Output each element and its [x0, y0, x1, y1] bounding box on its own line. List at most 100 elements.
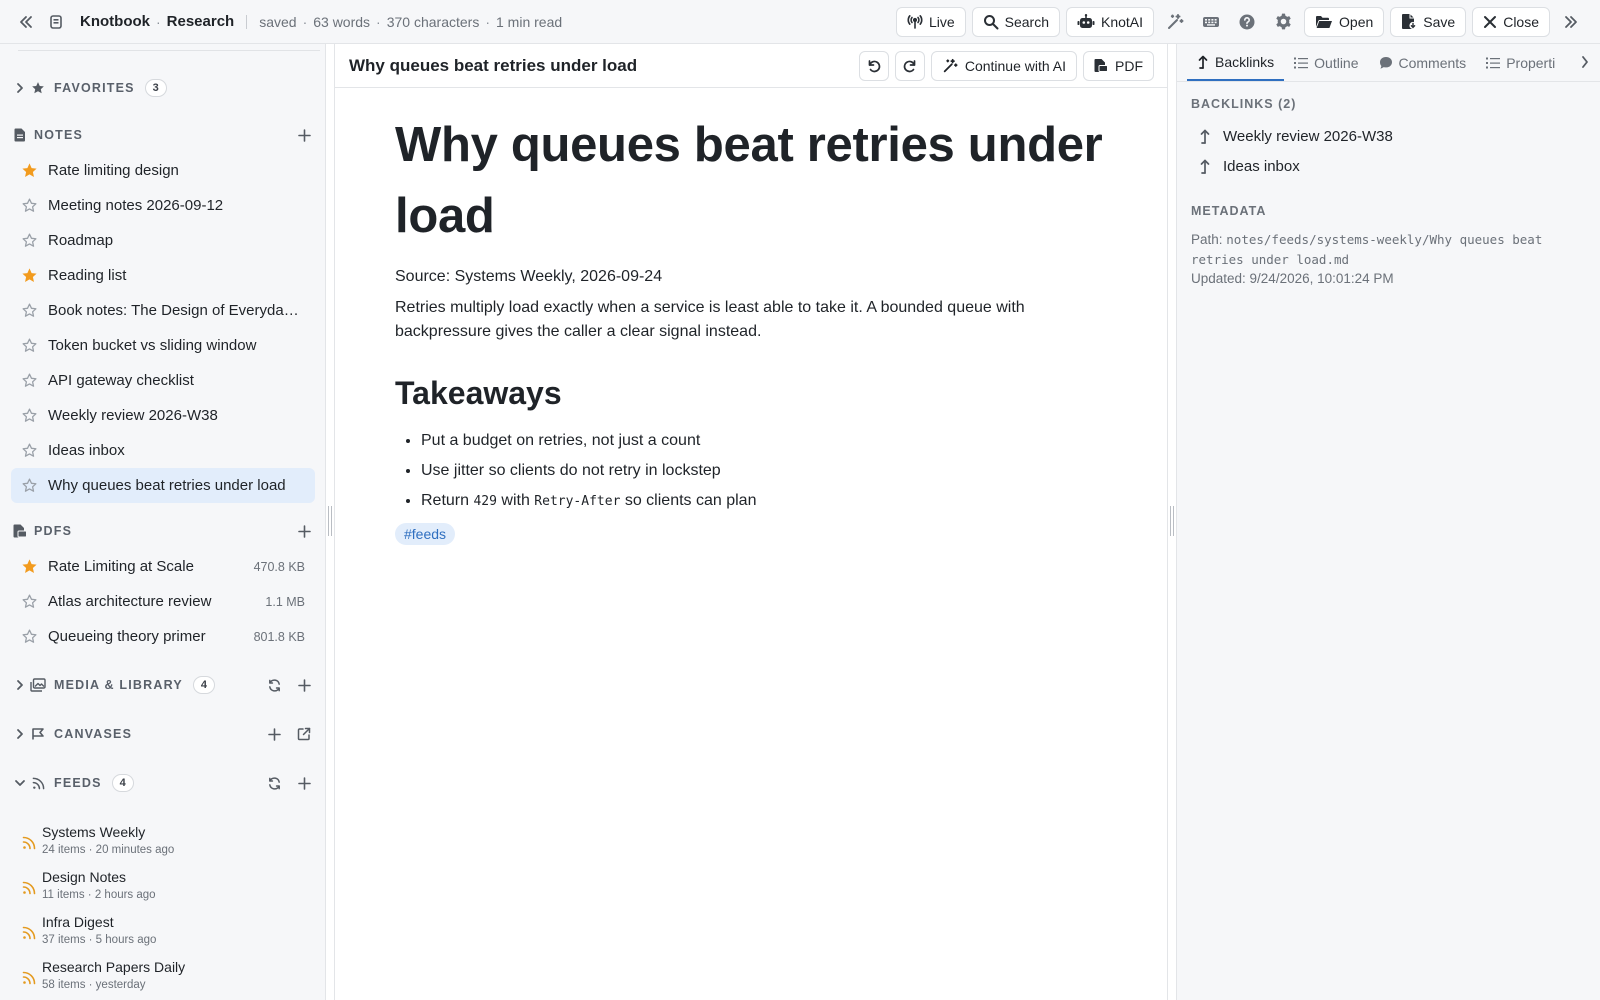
tag-pill[interactable]: #feeds: [395, 523, 456, 545]
vault-name[interactable]: Research: [167, 13, 235, 30]
note-item[interactable]: Ideas inbox: [11, 433, 315, 468]
section-media-library[interactable]: MEDIA & LIBRARY 4: [12, 673, 313, 697]
panel-resize-handle[interactable]: [1170, 506, 1174, 536]
vault-icon[interactable]: [48, 14, 64, 30]
star-outline-icon[interactable]: [21, 302, 38, 319]
section-title: CANVASES: [54, 727, 133, 741]
add-media-icon[interactable]: [295, 676, 313, 694]
collapse-sidebar-icon[interactable]: [18, 14, 34, 30]
section-pdfs: PDFS: [12, 519, 313, 543]
add-note-icon[interactable]: [295, 126, 313, 144]
note-item-label: Reading list: [48, 267, 127, 284]
star-outline-icon[interactable]: [21, 197, 38, 214]
redo-icon: [902, 58, 918, 74]
backlink-item[interactable]: Ideas inbox: [1199, 153, 1300, 179]
list-item-text: with: [496, 492, 535, 509]
sidebar-resize-handle[interactable]: [328, 506, 332, 536]
star-outline-icon[interactable]: [21, 232, 38, 249]
document-heading: Why queues beat retries under load: [395, 118, 1103, 243]
note-item[interactable]: Reading list: [11, 258, 315, 293]
live-button[interactable]: Live: [895, 6, 966, 37]
section-canvases[interactable]: CANVASES: [12, 722, 313, 746]
source-line: Source: Systems Weekly, 2026-09-24: [395, 268, 663, 285]
note-item-label: Token bucket vs sliding window: [48, 337, 257, 354]
star-outline-icon[interactable]: [21, 407, 38, 424]
star-filled-icon[interactable]: [21, 558, 38, 575]
section-favorites[interactable]: FAVORITES 3: [12, 76, 313, 100]
close-icon: [1483, 15, 1497, 29]
section-title: FEEDS: [54, 776, 102, 790]
star-outline-icon[interactable]: [21, 372, 38, 389]
chevron-right-icon[interactable]: [1580, 54, 1596, 70]
chevron-right-icon[interactable]: [12, 677, 28, 693]
note-item-label: Book notes: The Design of Everyday ...: [48, 302, 305, 319]
export-pdf-button[interactable]: PDF: [1083, 50, 1154, 81]
chevron-right-icon[interactable]: [12, 80, 28, 96]
star-outline-icon[interactable]: [21, 593, 38, 610]
note-item[interactable]: Weekly review 2026-W38: [11, 398, 315, 433]
path-value: notes/feeds/systems-weekly/Why queues be…: [1191, 232, 1543, 267]
star-outline-icon[interactable]: [21, 628, 38, 645]
feed-name: Research Papers Daily: [42, 959, 186, 975]
refresh-icon[interactable]: [265, 774, 283, 792]
broadcast-icon: [907, 14, 923, 30]
section-feeds[interactable]: FEEDS 4: [12, 771, 313, 795]
metadata-block: Path: notes/feeds/systems-weekly/Why que…: [1191, 230, 1583, 289]
chevron-right-icon[interactable]: [12, 726, 28, 742]
note-item[interactable]: Rate limiting design: [11, 153, 315, 188]
gear-icon[interactable]: [1268, 7, 1298, 37]
tab-label: Comments: [1398, 54, 1467, 71]
note-item[interactable]: API gateway checklist: [11, 363, 315, 398]
knotai-label: KnotAI: [1101, 13, 1144, 30]
undo-button[interactable]: [858, 50, 889, 81]
feed-item[interactable]: Systems Weekly 24 items · 20 minutes ago: [22, 824, 312, 864]
collapse-right-panel-icon[interactable]: [1556, 7, 1586, 37]
tab-comments[interactable]: Comments: [1369, 44, 1477, 81]
feed-item[interactable]: Design Notes 11 items · 2 hours ago: [22, 869, 312, 909]
note-item[interactable]: Roadmap: [11, 223, 315, 258]
tab-outline[interactable]: Outline: [1284, 44, 1368, 81]
note-title[interactable]: Why queues beat retries under load: [349, 56, 859, 76]
pdf-item-size: 801.8 KB: [253, 629, 305, 644]
help-icon[interactable]: [1232, 7, 1262, 37]
redo-button[interactable]: [894, 50, 925, 81]
keyboard-icon[interactable]: [1196, 7, 1226, 37]
feed-item[interactable]: Infra Digest 37 items · 5 hours ago: [22, 914, 312, 954]
pdf-item[interactable]: Atlas architecture review 1.1 MB: [11, 584, 315, 619]
rss-icon: [22, 881, 36, 895]
star-outline-icon[interactable]: [21, 477, 38, 494]
add-canvas-icon[interactable]: [265, 725, 283, 743]
star-outline-icon[interactable]: [21, 337, 38, 354]
star-outline-icon[interactable]: [21, 442, 38, 459]
close-button[interactable]: Close: [1472, 6, 1550, 37]
tab-properties[interactable]: Properti: [1476, 44, 1565, 81]
star-filled-icon[interactable]: [21, 267, 38, 284]
note-item[interactable]: Meeting notes 2026-09-12: [11, 188, 315, 223]
open-button[interactable]: Open: [1304, 6, 1385, 37]
tab-backlinks[interactable]: Backlinks: [1187, 44, 1285, 81]
refresh-icon[interactable]: [265, 676, 283, 694]
document-body[interactable]: Why queues beat retries under load Sourc…: [395, 110, 1115, 545]
open-label: Open: [1339, 13, 1374, 30]
add-pdf-icon[interactable]: [295, 522, 313, 540]
note-item[interactable]: Book notes: The Design of Everyday ...: [11, 293, 315, 328]
feed-item[interactable]: Research Papers Daily 58 items · yesterda…: [22, 959, 312, 999]
continue-with-ai-button[interactable]: Continue with AI: [930, 50, 1077, 81]
word-count: 63 words: [313, 13, 371, 30]
add-feed-icon[interactable]: [295, 774, 313, 792]
divider: [18, 50, 320, 51]
magic-wand-icon[interactable]: [1160, 7, 1190, 37]
pdf-item[interactable]: Rate Limiting at Scale 470.8 KB: [11, 549, 315, 584]
external-link-icon[interactable]: [295, 725, 313, 743]
chevron-down-icon[interactable]: [12, 775, 28, 791]
save-button[interactable]: Save: [1390, 6, 1467, 37]
stat-separator: ·: [485, 13, 490, 30]
star-filled-icon[interactable]: [21, 162, 38, 179]
pdf-item[interactable]: Queueing theory primer 801.8 KB: [11, 619, 315, 654]
body-paragraph: Retries multiply load exactly when a ser…: [395, 299, 1025, 340]
backlink-item[interactable]: Weekly review 2026-W38: [1199, 123, 1393, 149]
search-button[interactable]: Search: [971, 6, 1060, 37]
note-item[interactable]: Why queues beat retries under load: [11, 468, 315, 503]
note-item[interactable]: Token bucket vs sliding window: [11, 328, 315, 363]
knotai-button[interactable]: KnotAI: [1066, 6, 1155, 37]
